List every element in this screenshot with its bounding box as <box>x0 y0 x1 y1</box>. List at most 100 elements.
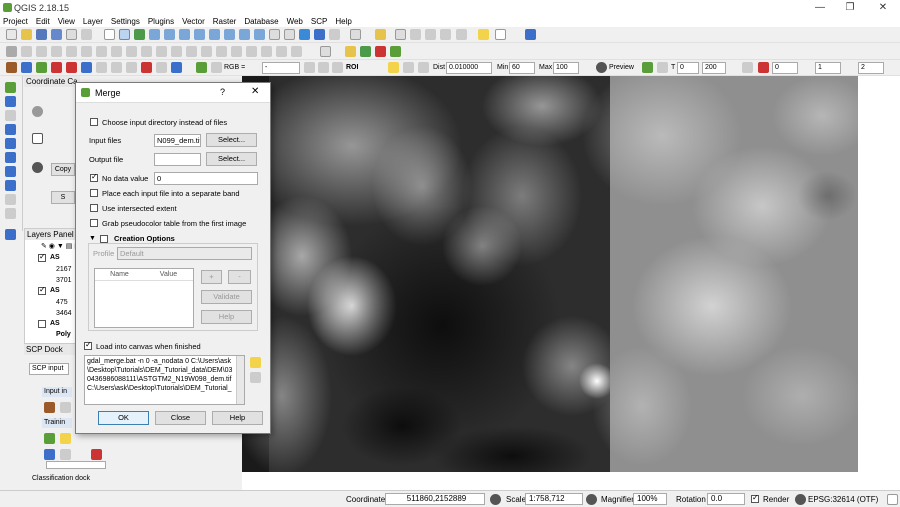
scp-roi-redo-icon[interactable] <box>403 62 414 73</box>
max-input[interactable]: 100 <box>553 62 579 74</box>
layer-3-visibility-checkbox[interactable] <box>38 320 46 328</box>
pan-icon[interactable] <box>104 29 115 40</box>
scp-zoom-roi-icon[interactable] <box>332 62 343 73</box>
layout-icon[interactable] <box>320 46 331 57</box>
pin-labels-icon[interactable] <box>201 46 212 57</box>
rgb-band-select[interactable]: - <box>262 62 300 74</box>
pan-selected-icon[interactable] <box>119 29 130 40</box>
scp-zoom-image-icon[interactable] <box>211 62 222 73</box>
menu-settings[interactable]: Settings <box>111 16 140 27</box>
dialog-help-button[interactable]: ? <box>220 87 225 97</box>
add-raster-icon[interactable] <box>5 96 16 107</box>
profile-select[interactable]: Default <box>117 247 252 260</box>
identify-icon[interactable] <box>314 29 325 40</box>
messages-icon[interactable] <box>887 494 898 505</box>
add-postgis-icon[interactable] <box>5 138 16 149</box>
select-features-icon[interactable] <box>350 29 361 40</box>
label-tool-icon[interactable] <box>291 46 302 57</box>
cut-features-icon[interactable] <box>111 46 122 57</box>
plugin-green-icon[interactable] <box>360 46 371 57</box>
preview-redo-icon[interactable] <box>642 62 653 73</box>
output-select-button[interactable]: Select... <box>206 152 257 166</box>
menu-vector[interactable]: Vector <box>182 16 205 27</box>
rotate-label-icon[interactable] <box>246 46 257 57</box>
measure-icon[interactable] <box>456 29 467 40</box>
reset-command-icon[interactable] <box>250 372 261 383</box>
menu-scp[interactable]: SCP <box>311 16 327 27</box>
scp-input-image-icon[interactable] <box>196 62 207 73</box>
band-field-2[interactable]: 1 <box>815 62 841 74</box>
open-project-icon[interactable] <box>21 29 32 40</box>
zoom-selection-icon[interactable] <box>224 29 235 40</box>
ok-button[interactable]: OK <box>98 411 149 425</box>
scp-band-icon[interactable] <box>51 62 62 73</box>
no-data-checkbox[interactable] <box>90 172 98 182</box>
classification-dock-label[interactable]: Classification dock <box>32 475 90 482</box>
coordinate-field[interactable]: 511860,2152889 <box>385 493 485 505</box>
zoom-full-icon[interactable] <box>194 29 205 40</box>
statistics-icon[interactable] <box>425 29 436 40</box>
command-textbox[interactable]: gdal_merge.bat -n 0 -a_nodata 0 C:\Users… <box>84 355 245 405</box>
crs-status-icon[interactable] <box>795 494 806 505</box>
minimize-button[interactable]: — <box>810 2 830 14</box>
dist-input[interactable]: 0.010000 <box>446 62 492 74</box>
add-wcs-icon[interactable] <box>5 166 16 177</box>
crs-icon[interactable] <box>32 106 43 117</box>
python-icon[interactable] <box>345 46 356 57</box>
scp-roi2-icon[interactable] <box>318 62 329 73</box>
magnifier-field[interactable]: 100% <box>633 493 667 505</box>
layer-2-visibility-checkbox[interactable] <box>38 285 46 295</box>
dialog-close-button[interactable]: ✕ <box>251 86 259 97</box>
remove-option-button[interactable]: - <box>228 270 251 284</box>
min-input[interactable]: 60 <box>509 62 535 74</box>
t-input[interactable]: 0 <box>677 62 699 74</box>
show-labels-icon[interactable] <box>216 46 227 57</box>
menu-web[interactable]: Web <box>287 16 303 27</box>
plugin-globe-icon[interactable] <box>390 46 401 57</box>
delete-selected-icon[interactable] <box>96 46 107 57</box>
scp-zoom-icon[interactable] <box>156 62 167 73</box>
menu-edit[interactable]: Edit <box>36 16 50 27</box>
save-as-icon[interactable] <box>51 29 62 40</box>
undo-icon[interactable] <box>156 46 167 57</box>
preview-label[interactable]: Preview <box>609 62 634 74</box>
attribute-table-icon[interactable] <box>395 29 406 40</box>
refresh-icon[interactable] <box>299 29 310 40</box>
add-delimited-icon[interactable] <box>5 110 16 121</box>
zoom-in-icon[interactable] <box>149 29 160 40</box>
copy-button[interactable]: Copy <box>51 163 75 176</box>
validate-button[interactable]: Validate <box>201 290 252 304</box>
add-wfs-icon[interactable] <box>5 180 16 191</box>
change-label-icon[interactable] <box>261 46 272 57</box>
start-capture-button[interactable]: S <box>51 191 75 204</box>
plugin-icon[interactable] <box>525 29 536 40</box>
scp-band-calc-icon[interactable] <box>81 62 92 73</box>
maximize-button[interactable]: ❐ <box>840 2 860 14</box>
rotation-field[interactable]: 0.0 <box>707 493 745 505</box>
scp-preprocess-icon[interactable] <box>36 62 47 73</box>
scp-batch-icon[interactable] <box>96 62 107 73</box>
render-checkbox[interactable] <box>751 493 759 503</box>
move-label-icon[interactable] <box>231 46 242 57</box>
creation-options-checkbox[interactable] <box>100 235 108 243</box>
digitize-icon[interactable] <box>5 229 16 240</box>
label-icon[interactable] <box>186 46 197 57</box>
add-vector-icon[interactable] <box>5 82 16 93</box>
zoom-layer-icon[interactable] <box>209 29 220 40</box>
toggle-extents-icon[interactable] <box>490 494 501 505</box>
action-icon[interactable] <box>329 29 340 40</box>
new-temp-layer-icon[interactable] <box>5 208 16 219</box>
scp-classification-icon[interactable] <box>758 62 769 73</box>
map-canvas[interactable] <box>232 66 900 490</box>
menu-project[interactable]: Project <box>3 16 28 27</box>
scp-settings-icon[interactable] <box>171 62 182 73</box>
add-spatialite-icon[interactable] <box>5 124 16 135</box>
scp-post-icon[interactable] <box>66 62 77 73</box>
field-calculator-icon[interactable] <box>410 29 421 40</box>
new-project-icon[interactable] <box>6 29 17 40</box>
edit-command-icon[interactable] <box>250 357 261 368</box>
help-button[interactable]: Help <box>212 411 263 425</box>
toggle-editing-icon[interactable] <box>21 46 32 57</box>
add-feature-icon[interactable] <box>51 46 62 57</box>
pseudocolor-checkbox[interactable] <box>90 219 98 227</box>
